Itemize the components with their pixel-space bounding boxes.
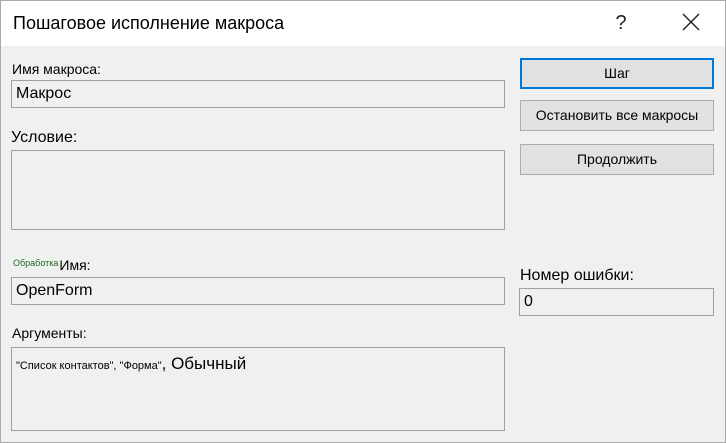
- action-name-label: Имя:: [59, 257, 91, 273]
- close-icon: [682, 13, 700, 31]
- help-button[interactable]: ?: [601, 3, 641, 43]
- close-button[interactable]: [669, 3, 713, 43]
- condition-label: Условие:: [11, 129, 78, 146]
- arguments-value-part2: , Обычный: [161, 354, 247, 373]
- error-number-field[interactable]: 0: [519, 288, 714, 316]
- help-icon: ?: [615, 12, 627, 34]
- macro-single-step-dialog: Пошаговое исполнение макроса ? Имя макро…: [0, 0, 726, 443]
- window-title: Пошаговое исполнение макроса: [13, 13, 285, 33]
- processing-tag: Обработка: [12, 258, 60, 268]
- step-button[interactable]: Шаг: [520, 58, 714, 89]
- arguments-label: Аргументы:: [12, 325, 87, 341]
- macro-name-field[interactable]: Макрос: [11, 80, 505, 108]
- stop-all-macros-button[interactable]: Остановить все макросы: [520, 100, 714, 131]
- arguments-value: "Список контактов", "Форма", Обычный: [16, 354, 246, 374]
- action-name-field[interactable]: OpenForm: [11, 277, 505, 305]
- macro-name-label: Имя макроса:: [12, 61, 101, 77]
- title-bar: Пошаговое исполнение макроса ?: [1, 1, 725, 46]
- arguments-value-part1: "Список контактов", "Форма": [16, 360, 162, 372]
- error-number-label: Номер ошибки:: [520, 267, 634, 284]
- action-name-label-group: ОбработкаИмя:: [12, 257, 91, 273]
- continue-button[interactable]: Продолжить: [520, 144, 714, 175]
- arguments-field[interactable]: "Список контактов", "Форма", Обычный: [11, 347, 505, 431]
- condition-field[interactable]: [11, 150, 505, 230]
